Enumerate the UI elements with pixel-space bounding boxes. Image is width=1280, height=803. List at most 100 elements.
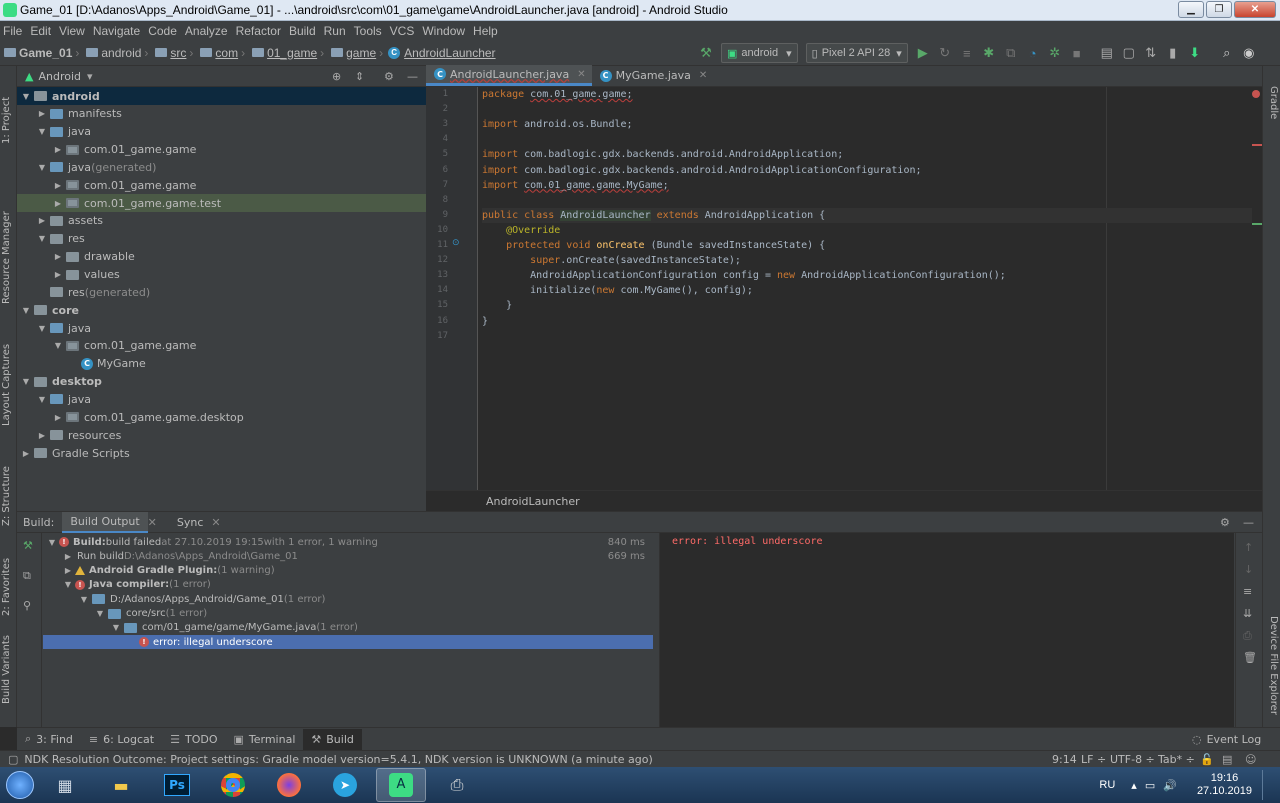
breadcrumb-item[interactable]: C AndroidLauncher xyxy=(386,46,496,60)
menu-window[interactable]: Window xyxy=(419,24,470,38)
chevron-right-icon[interactable]: ▶ xyxy=(63,566,73,575)
code-line[interactable] xyxy=(482,102,1252,117)
run-icon[interactable]: ▶ xyxy=(912,43,934,63)
chevron-right-icon[interactable]: ▶ xyxy=(37,109,47,118)
code-line[interactable]: AndroidApplicationConfiguration config =… xyxy=(482,268,1252,283)
scroll-up-icon[interactable]: ↑ xyxy=(1244,541,1253,554)
hide-panel-icon[interactable]: — xyxy=(1243,516,1254,529)
show-desktop-button[interactable] xyxy=(1262,770,1272,800)
code-line[interactable] xyxy=(482,132,1252,147)
code-line[interactable]: protected void onCreate (Bundle savedIns… xyxy=(482,238,1252,253)
breadcrumb-item[interactable]: src › xyxy=(151,46,193,60)
editor-tab[interactable]: C AndroidLauncher.java ✕ xyxy=(426,65,592,86)
chevron-right-icon[interactable]: ▶ xyxy=(53,199,63,208)
locate-icon[interactable]: ⊕ xyxy=(332,70,341,83)
device-file-explorer-tab[interactable]: Device File Explorer xyxy=(1268,616,1279,715)
project-tree-item[interactable]: ▶ Gradle Scripts xyxy=(17,444,426,462)
run-config-dropdown[interactable]: ▣ android ▾ xyxy=(721,43,798,63)
build-tree-item[interactable]: ▼! Build: build failed at 27.10.2019 19:1… xyxy=(43,535,653,549)
photoshop-icon[interactable]: Ps xyxy=(152,768,202,802)
chevron-down-icon[interactable]: ▼ xyxy=(37,395,47,404)
build-tree-item[interactable]: ▶ Android Gradle Plugin: (1 warning) xyxy=(43,564,653,578)
project-structure-icon[interactable]: ▤ xyxy=(1096,43,1118,63)
android-studio-taskbar-icon[interactable]: A xyxy=(376,768,426,802)
project-tree-item[interactable]: ▶ com.01_game.game xyxy=(17,141,426,159)
coverage-icon[interactable]: ✲ xyxy=(1044,43,1066,63)
bottom-tool-find[interactable]: ⌕ 3: Find xyxy=(17,729,81,750)
build-tree-item[interactable]: ▼ com/01_game/game/MyGame.java (1 error) xyxy=(43,621,653,635)
menu-run[interactable]: Run xyxy=(321,24,351,38)
build-tree-item[interactable]: ▼ core/src (1 error) xyxy=(43,607,653,621)
soft-wrap-icon[interactable]: ≡ xyxy=(1243,585,1252,598)
build-output-console[interactable]: error: illegal underscore xyxy=(659,533,1234,728)
project-tree-item[interactable]: ▶ com.01_game.game.desktop xyxy=(17,408,426,426)
inspector-icon[interactable]: ☺ xyxy=(1245,753,1256,766)
bottom-tool-logcat[interactable]: ≡ 6: Logcat xyxy=(81,729,162,750)
hammer-build-icon[interactable]: ⚒ xyxy=(695,43,717,63)
menu-help[interactable]: Help xyxy=(470,24,503,38)
search-icon[interactable]: ⌕ xyxy=(1216,43,1238,63)
layout-captures-tab[interactable]: Layout Captures xyxy=(1,344,12,426)
chrome-icon[interactable] xyxy=(208,768,258,802)
project-tree-item[interactable]: ▶ assets xyxy=(17,212,426,230)
apply-changes-icon[interactable]: ↻ xyxy=(934,43,956,63)
breadcrumb-item[interactable]: android › xyxy=(82,46,148,60)
menu-tools[interactable]: Tools xyxy=(351,24,387,38)
code-line[interactable]: import com.badlogic.gdx.backends.android… xyxy=(482,147,1252,162)
firefox-icon[interactable] xyxy=(264,768,314,802)
sdk-manager-icon[interactable]: ⬇ xyxy=(1184,43,1206,63)
project-tree-item[interactable]: ▼ android xyxy=(17,87,426,105)
project-tree-item[interactable]: ▼ core xyxy=(17,301,426,319)
gear-icon[interactable]: ⚙ xyxy=(384,70,394,83)
profile-icon[interactable]: ◔ xyxy=(1022,43,1044,63)
build-tree-item[interactable]: ! error: illegal underscore xyxy=(43,635,653,650)
code-line[interactable]: initialize(new com.MyGame(), config); xyxy=(482,283,1252,298)
menu-code[interactable]: Code xyxy=(145,24,182,38)
menu-file[interactable]: File xyxy=(0,24,27,38)
start-button[interactable] xyxy=(0,768,40,802)
menu-navigate[interactable]: Navigate xyxy=(90,24,145,38)
editor-breadcrumb[interactable]: AndroidLauncher xyxy=(426,490,1262,511)
lock-icon[interactable]: 🔓 xyxy=(1200,753,1214,766)
menu-edit[interactable]: Edit xyxy=(27,24,56,38)
print-icon[interactable]: ⎙ xyxy=(1243,629,1252,643)
language-indicator[interactable]: RU xyxy=(1099,779,1115,791)
code-line[interactable]: } xyxy=(482,314,1252,329)
layout-inspector-icon[interactable]: ▢ xyxy=(1118,43,1140,63)
menu-build[interactable]: Build xyxy=(286,24,321,38)
chevron-down-icon[interactable]: ▼ xyxy=(37,163,47,172)
device-dropdown[interactable]: ▯ Pixel 2 API 28 ▾ xyxy=(805,43,908,63)
chevron-down-icon[interactable]: ▼ xyxy=(111,623,121,632)
trash-icon[interactable]: 🗑 xyxy=(1243,651,1257,664)
chevron-down-icon[interactable]: ▼ xyxy=(37,234,47,243)
bottom-tool-terminal[interactable]: ▣ Terminal xyxy=(225,729,303,750)
chevron-down-icon[interactable]: ▼ xyxy=(37,127,47,136)
project-tool-tab[interactable]: 1: Project xyxy=(1,97,12,144)
indent-setting[interactable]: Tab* ÷ xyxy=(1158,753,1195,766)
bottom-tool-build[interactable]: ⚒ Build xyxy=(303,728,362,750)
build-tree-item[interactable]: ▼! Java compiler: (1 error) xyxy=(43,578,653,592)
code-line[interactable]: } xyxy=(482,298,1252,313)
close-icon[interactable]: ✕ xyxy=(577,69,585,80)
chevron-down-icon[interactable]: ▼ xyxy=(21,306,31,315)
file-encoding[interactable]: UTF-8 ÷ xyxy=(1110,753,1155,766)
project-tree-item[interactable]: ▼ res xyxy=(17,230,426,248)
caret-position[interactable]: 9:14 xyxy=(1052,753,1077,766)
menu-vcs[interactable]: VCS xyxy=(387,24,420,38)
debug-icon[interactable]: ✱ xyxy=(978,43,1000,63)
code-line[interactable] xyxy=(482,329,1252,344)
build-tree-item[interactable]: ▶ Run build D:\Adanos\Apps_Android\Game_0… xyxy=(43,549,653,563)
clock[interactable]: 19:16 27.10.2019 xyxy=(1197,772,1252,798)
status-message[interactable]: NDK Resolution Outcome: Project settings… xyxy=(24,753,652,766)
network-icon[interactable]: ▭ xyxy=(1145,779,1155,792)
breadcrumb-item[interactable]: 01_game › xyxy=(248,46,324,60)
chevron-down-icon[interactable]: ▼ xyxy=(37,324,47,333)
chevron-down-icon[interactable]: ▼ xyxy=(63,580,73,589)
chevron-right-icon[interactable]: ▶ xyxy=(53,413,63,422)
chevron-down-icon[interactable]: ▼ xyxy=(21,377,31,386)
project-tree-item[interactable]: ▼ java (generated) xyxy=(17,158,426,176)
close-tab-icon[interactable]: ✕ xyxy=(211,516,220,529)
scroll-down-icon[interactable]: ↓ xyxy=(1244,563,1253,576)
error-stripe-icon[interactable] xyxy=(1252,90,1260,98)
code-line[interactable]: super.onCreate(savedInstanceState); xyxy=(482,253,1252,268)
